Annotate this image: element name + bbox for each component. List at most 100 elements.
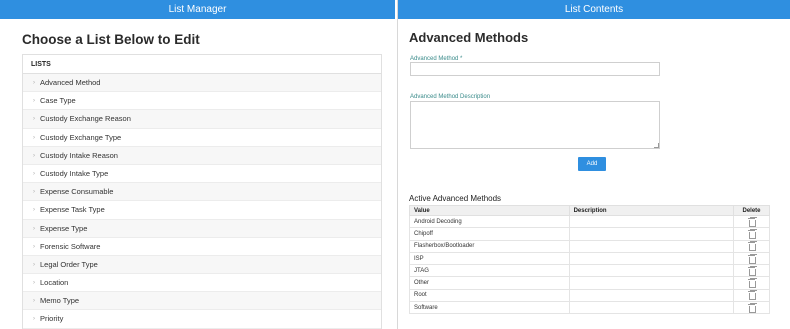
add-button[interactable]: Add xyxy=(578,157,606,171)
section-title: Advanced Methods xyxy=(409,30,529,45)
delete-cell xyxy=(733,227,770,241)
page-title: Choose a List Below to Edit xyxy=(22,32,200,47)
list-item-forensic-software[interactable]: › Forensic Software xyxy=(23,238,381,256)
row-value: Flasherbox/Bootloader xyxy=(409,239,570,253)
row-description xyxy=(568,214,735,229)
list-manager-header: List Manager xyxy=(0,0,395,19)
list-item-label: Priority xyxy=(40,314,64,324)
chevron-right-icon: › xyxy=(33,243,35,250)
advanced-method-description-input[interactable] xyxy=(410,101,660,149)
list-item-custody-exchange-type[interactable]: › Custody Exchange Type xyxy=(23,129,381,147)
trash-icon[interactable] xyxy=(748,229,756,239)
list-item-label: Custody Intake Reason xyxy=(40,150,118,160)
chevron-right-icon: › xyxy=(33,116,35,123)
list-contents-panel: List Contents Advanced Methods Advanced … xyxy=(397,0,790,329)
row-value: Root xyxy=(409,288,570,303)
trash-icon[interactable] xyxy=(748,279,756,289)
lists-table: LISTS › Advanced Method › Case Type › Custo… xyxy=(22,54,382,329)
list-item-label: Custody Exchange Reason xyxy=(40,114,131,124)
column-header-delete: Delete xyxy=(733,205,770,216)
list-item-custody-exchange-reason[interactable]: › Custody Exchange Reason xyxy=(23,110,381,129)
list-contents-header: List Contents xyxy=(398,0,790,19)
chevron-right-icon: › xyxy=(33,189,35,196)
lists-header: LISTS xyxy=(23,55,381,74)
row-value: Chipoff xyxy=(409,227,570,241)
delete-cell xyxy=(733,264,770,278)
active-methods-table: Value Description Delete Android Decodin… xyxy=(409,205,770,315)
delete-cell xyxy=(733,214,770,229)
list-item-label: Expense Type xyxy=(40,223,88,233)
table-row: Android Decoding xyxy=(409,214,770,229)
list-item-label: Forensic Software xyxy=(40,241,101,251)
active-methods-title: Active Advanced Methods xyxy=(409,194,502,203)
row-value: Software xyxy=(409,301,570,315)
row-description xyxy=(568,276,735,290)
list-item-memo-type[interactable]: › Memo Type xyxy=(23,292,381,311)
delete-cell xyxy=(733,301,770,315)
column-header-description: Description xyxy=(568,205,735,216)
advanced-method-input[interactable] xyxy=(410,62,660,76)
list-item-label: Case Type xyxy=(40,96,76,106)
delete-cell xyxy=(733,239,770,253)
table-row: Other xyxy=(409,276,770,290)
row-description xyxy=(568,288,735,303)
list-item-expense-task-type[interactable]: › Expense Task Type xyxy=(23,201,381,220)
list-item-label: Memo Type xyxy=(40,296,80,306)
list-item-label: Legal Order Type xyxy=(40,259,98,269)
chevron-right-icon: › xyxy=(33,225,35,232)
table-row: Flasherbox/Bootloader xyxy=(409,239,770,253)
list-item-case-type[interactable]: › Case Type xyxy=(23,92,381,111)
trash-icon[interactable] xyxy=(748,266,756,276)
list-item-label: Custody Intake Type xyxy=(40,168,109,178)
trash-icon[interactable] xyxy=(748,217,756,227)
chevron-right-icon: › xyxy=(33,207,35,214)
chevron-right-icon: › xyxy=(33,261,35,268)
advanced-method-description-label: Advanced Method Description xyxy=(410,94,491,100)
column-header-value: Value xyxy=(409,205,570,216)
chevron-right-icon: › xyxy=(33,316,35,323)
delete-cell xyxy=(733,251,770,266)
row-description xyxy=(568,239,735,253)
row-description xyxy=(568,301,735,315)
chevron-right-icon: › xyxy=(33,170,35,177)
row-value: Other xyxy=(409,276,570,290)
list-item-custody-intake-type[interactable]: › Custody Intake Type xyxy=(23,165,381,184)
delete-cell xyxy=(733,276,770,290)
trash-icon[interactable] xyxy=(748,303,756,313)
list-item-advanced-method[interactable]: › Advanced Method xyxy=(23,74,381,93)
chevron-right-icon: › xyxy=(33,152,35,159)
list-item-priority[interactable]: › Priority xyxy=(23,310,381,329)
delete-cell xyxy=(733,288,770,303)
table-row: Chipoff xyxy=(409,227,770,241)
list-item-location[interactable]: › Location xyxy=(23,274,381,293)
lists-body: › Advanced Method › Case Type › Custody Exc… xyxy=(23,74,381,329)
row-value: JTAG xyxy=(409,264,570,278)
trash-icon[interactable] xyxy=(748,242,756,252)
list-item-label: Expense Consumable xyxy=(40,187,114,197)
row-description xyxy=(568,264,735,278)
list-item-expense-consumable[interactable]: › Expense Consumable xyxy=(23,183,381,202)
row-description xyxy=(568,251,735,266)
trash-icon[interactable] xyxy=(748,291,756,301)
chevron-right-icon: › xyxy=(33,98,35,105)
list-item-label: Custody Exchange Type xyxy=(40,132,122,142)
table-header-row: Value Description Delete xyxy=(409,205,770,216)
row-value: ISP xyxy=(409,251,570,266)
resize-handle-icon[interactable] xyxy=(654,143,659,148)
table-row: Root xyxy=(409,288,770,303)
list-manager-panel: List Manager Choose a List Below to Edit… xyxy=(0,0,395,329)
row-value: Android Decoding xyxy=(409,214,570,229)
chevron-right-icon: › xyxy=(33,134,35,141)
list-item-custody-intake-reason[interactable]: › Custody Intake Reason xyxy=(23,146,381,165)
row-description xyxy=(568,227,735,241)
list-item-label: Expense Task Type xyxy=(40,205,105,215)
list-item-label: Advanced Method xyxy=(40,78,101,87)
chevron-right-icon: › xyxy=(33,280,35,287)
list-item-legal-order-type[interactable]: › Legal Order Type xyxy=(23,255,381,275)
list-item-expense-type[interactable]: › Expense Type xyxy=(23,219,381,238)
table-row: JTAG xyxy=(409,264,770,278)
trash-icon[interactable] xyxy=(748,254,756,264)
chevron-right-icon: › xyxy=(33,298,35,305)
table-row: ISP xyxy=(409,251,770,266)
table-row: Software xyxy=(409,301,770,315)
